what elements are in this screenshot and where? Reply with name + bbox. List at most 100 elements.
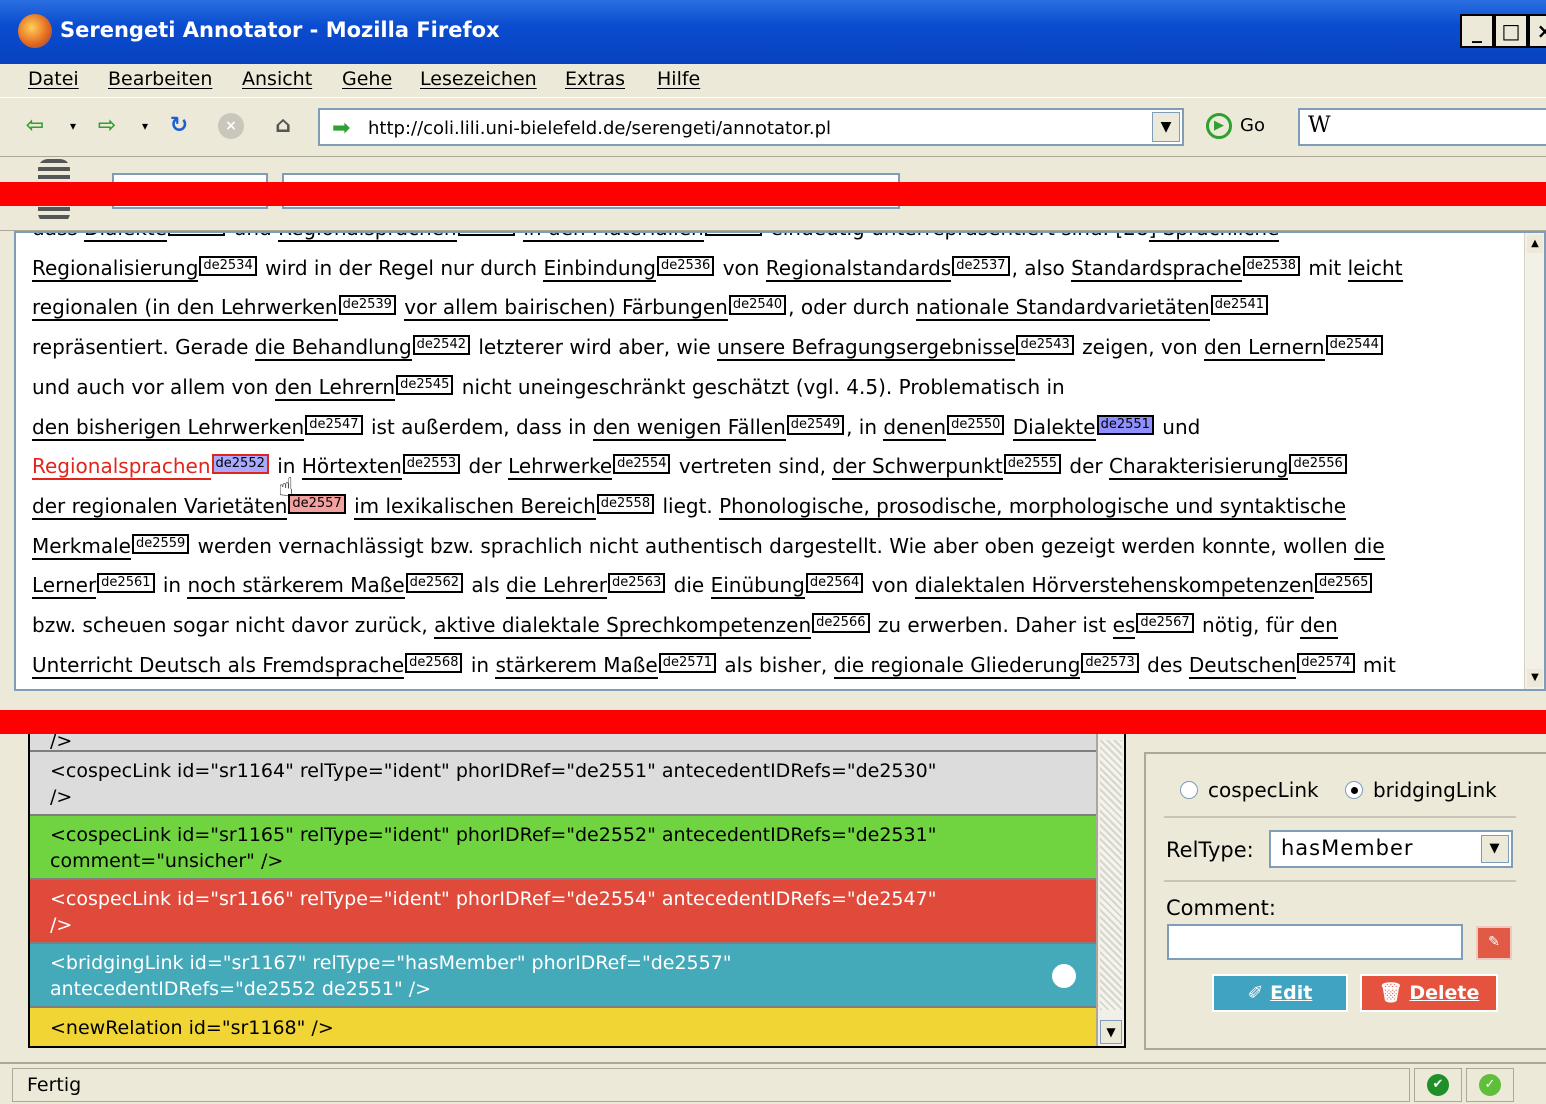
forward-arrow-icon[interactable]: ⇨	[92, 111, 122, 141]
markable[interactable]: Charakterisierung	[1109, 454, 1289, 481]
markable-id-tag[interactable]: de2549	[786, 414, 845, 435]
markable[interactable]: Lerner	[32, 573, 97, 600]
markable[interactable]: Merkmale	[32, 533, 131, 560]
menu-gehe[interactable]: Gehe	[342, 68, 392, 90]
markable-id-tag[interactable]: de2564	[805, 573, 864, 594]
markable-id-tag[interactable]: de2538	[1242, 255, 1301, 276]
markable[interactable]: Dialekte	[1012, 414, 1096, 441]
markable[interactable]: regionalen (in den Lehrwerken	[32, 295, 338, 322]
reltype-select[interactable]: hasMember ▼	[1269, 830, 1513, 868]
markable-id-tag[interactable]: de2562	[405, 573, 464, 594]
bridginglink-radio[interactable]	[1344, 781, 1363, 799]
scroll-down-icon[interactable]: ▼	[1527, 669, 1543, 687]
markable[interactable]: dialektalen Hörverstehenskompetenzen	[914, 573, 1315, 600]
markable-id-tag[interactable]: de2550	[947, 414, 1005, 435]
markable[interactable]: Regionalsprachen	[278, 233, 457, 242]
markable-id-tag-hover[interactable]: de2552	[211, 454, 269, 475]
markable[interactable]: der regionalen Varietäten	[32, 493, 288, 520]
markable[interactable]: den Lehrern	[274, 374, 396, 401]
reload-icon[interactable]: ↻	[164, 111, 194, 141]
stop-icon[interactable]: ×	[218, 113, 244, 139]
markable-id-tag[interactable]: de2542	[412, 335, 470, 356]
markable-id-tag[interactable]: de2534	[199, 255, 257, 276]
markable[interactable]: Regionalisierung	[32, 255, 199, 282]
markable[interactable]: Unterricht Deutsch als Fremdsprache	[32, 652, 405, 679]
markable[interactable]: unsere Befragungsergebnisse	[716, 335, 1016, 362]
markable-id-tag[interactable]: de2553	[402, 454, 461, 475]
markable-id-tag[interactable]: de2565	[1315, 573, 1373, 594]
markable[interactable]: Deutschen	[1188, 652, 1297, 679]
markable-id-tag[interactable]: de2558	[596, 493, 655, 514]
markable[interactable]: ] Sprachliche	[1148, 233, 1280, 242]
markable[interactable]: im lexikalischen Bereich	[354, 493, 596, 520]
markable[interactable]: Standardsprache	[1071, 255, 1242, 282]
markable-id-tag[interactable]: de2544	[1325, 335, 1383, 356]
markable-id-tag[interactable]: de2543	[1016, 335, 1074, 356]
markable-id-tag[interactable]: de2540	[728, 295, 787, 316]
markable[interactable]: leicht	[1347, 255, 1403, 282]
comment-input[interactable]	[1167, 924, 1463, 960]
markable[interactable]: denen	[883, 414, 947, 441]
markable-id-tag[interactable]: de2554	[613, 454, 671, 475]
menu-bearbeiten[interactable]: Bearbeiten	[108, 68, 212, 90]
markable-id-tag[interactable]: de2536	[656, 255, 715, 276]
markable-id-tag[interactable]: de2537	[952, 255, 1010, 276]
markable[interactable]: Einübung	[710, 573, 805, 600]
markable-id-tag[interactable]: de2573	[1081, 652, 1139, 673]
minimize-button[interactable]: _	[1460, 14, 1494, 48]
menu-lesezeichen[interactable]: Lesezeichen	[420, 68, 537, 90]
status-valid-cell[interactable]: ✓	[1466, 1068, 1514, 1102]
forward-dropdown-icon[interactable]: ▾	[130, 111, 160, 141]
markable[interactable]: den	[1300, 613, 1338, 640]
markable[interactable]: nationale Standardvarietäten	[915, 295, 1210, 322]
markable[interactable]: Phonologische, prosodische, morphologisc…	[719, 493, 1347, 520]
markable[interactable]: die Behandlung	[254, 335, 412, 362]
markable-id-tag[interactable]: de2541	[1210, 295, 1269, 316]
markable-id-tag[interactable]: de2531	[457, 233, 515, 236]
menu-ansicht[interactable]: Ansicht	[242, 68, 312, 90]
markable[interactable]: es	[1112, 613, 1136, 640]
markable-id-tag[interactable]: de2571	[658, 652, 717, 673]
menu-hilfe[interactable]: Hilfe	[657, 68, 700, 90]
scroll-thumb[interactable]	[1100, 740, 1122, 1010]
relation-row-selected[interactable]: <bridgingLink id="sr1167" relType="hasMe…	[30, 944, 1098, 1008]
markable-id-tag[interactable]: de2545	[396, 374, 454, 395]
relation-row[interactable]: <cospecLink id="sr1164" relType="ident" …	[30, 752, 1098, 816]
markable-id-tag[interactable]: de2532	[704, 233, 763, 236]
back-dropdown-icon[interactable]: ▾	[58, 111, 88, 141]
markable-id-tag[interactable]: de2539	[338, 295, 396, 316]
markable[interactable]: stärkerem Maße	[495, 652, 658, 679]
markable[interactable]: aktive dialektale Sprechkompetenzen	[434, 613, 812, 640]
home-icon[interactable]: ⌂	[268, 111, 298, 141]
maximize-button[interactable]: □	[1494, 14, 1528, 48]
markable[interactable]: die Lehrer	[505, 573, 607, 600]
relation-row[interactable]: <newRelation id="sr1168" />	[30, 1008, 1098, 1046]
markable[interactable]: Hörtexten	[301, 454, 402, 481]
url-bar[interactable]: ➡ http://coli.lili.uni-bielefeld.de/sere…	[318, 108, 1184, 146]
cospeclink-radio[interactable]	[1180, 781, 1198, 799]
relation-row[interactable]: <cospecLink id="sr1165" relType="ident" …	[30, 816, 1098, 880]
relations-scrollbar[interactable]: ▼	[1096, 732, 1124, 1046]
markable-id-tag[interactable]: de2555	[1003, 454, 1062, 475]
markable-id-tag[interactable]: de2563	[607, 573, 666, 594]
menu-datei[interactable]: Datei	[28, 68, 79, 90]
markable-id-tag[interactable]: de2574	[1297, 652, 1355, 673]
go-button[interactable]: ▶ Go	[1206, 113, 1265, 139]
markable[interactable]: die	[1354, 533, 1385, 560]
delete-button[interactable]: 🗑 Delete	[1360, 974, 1498, 1012]
search-box[interactable]: W	[1298, 108, 1546, 146]
markable[interactable]: Lehrwerke	[508, 454, 613, 481]
url-text[interactable]: http://coli.lili.uni-bielefeld.de/sereng…	[368, 118, 831, 139]
markable-id-tag-selected[interactable]: de2551	[1096, 414, 1154, 435]
markable[interactable]: Regionalstandards	[765, 255, 952, 282]
markable[interactable]: vor allem bairischen) Färbungen	[404, 295, 728, 322]
markable-id-tag[interactable]: de2559	[131, 533, 190, 554]
markable[interactable]: Dialekte	[84, 233, 167, 242]
markable-id-tag[interactable]: de2530	[167, 233, 226, 236]
markable-id-tag[interactable]: de2567	[1136, 613, 1194, 634]
markable[interactable]: in den Materialien	[523, 233, 704, 242]
comment-save-button[interactable]: ✎	[1476, 926, 1512, 960]
markable-id-tag[interactable]: de2568	[405, 652, 463, 673]
markable-id-tag[interactable]: de2561	[97, 573, 155, 594]
markable-id-tag-anaphor[interactable]: de2557	[288, 493, 346, 514]
